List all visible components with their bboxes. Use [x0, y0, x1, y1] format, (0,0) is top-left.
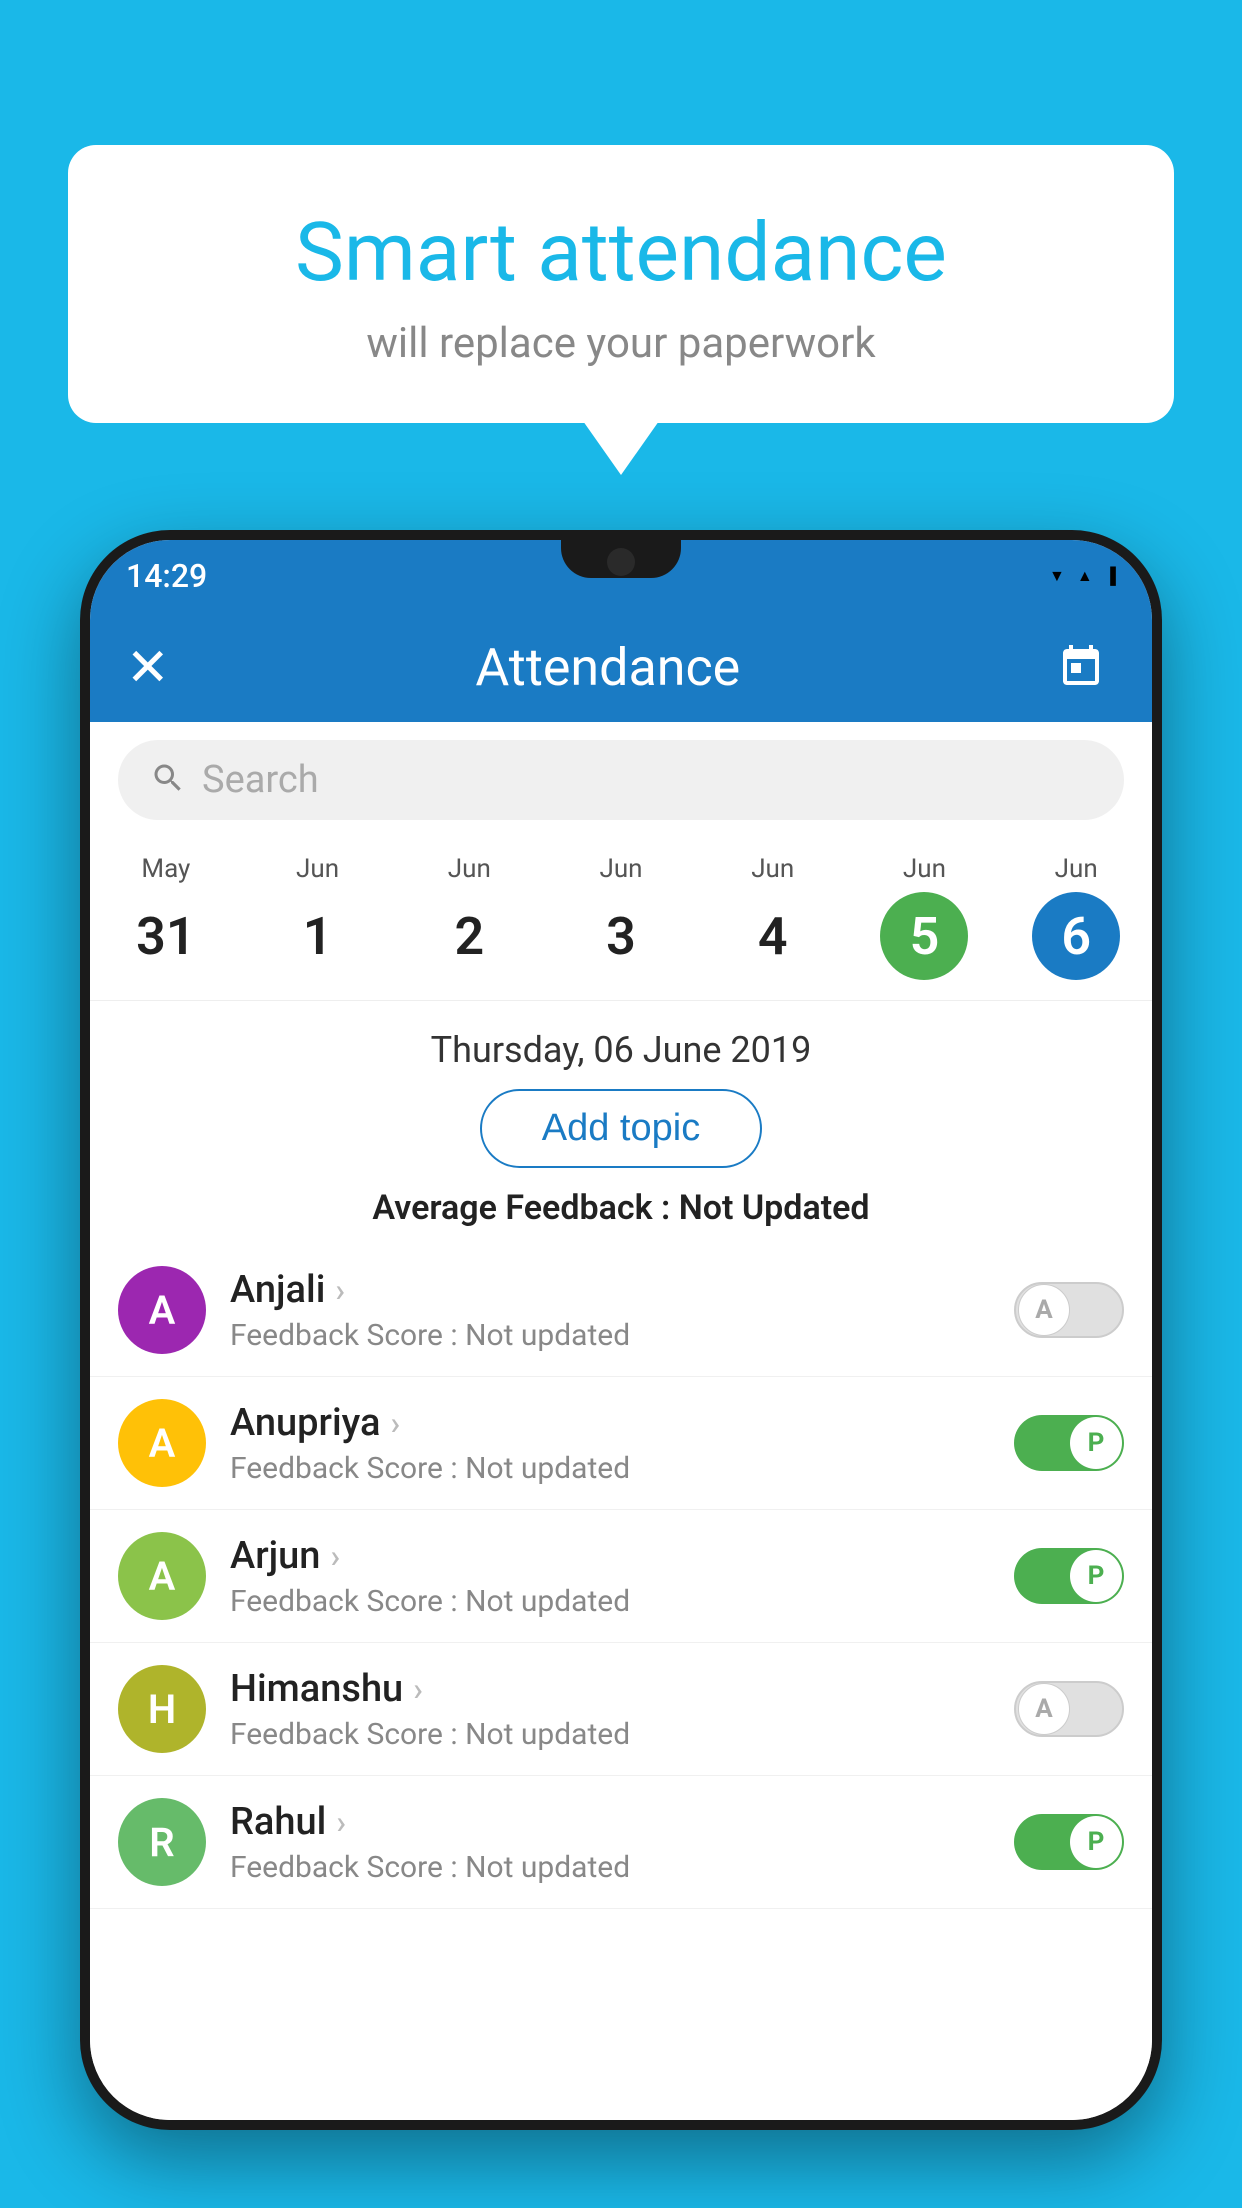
toggle-knob: A [1018, 1683, 1070, 1735]
cal-month-label: May [141, 854, 190, 884]
cal-month-label: Jun [903, 854, 946, 884]
student-info: Arjun › Feedback Score : Not updated [230, 1534, 990, 1619]
cal-month-label: Jun [448, 854, 491, 884]
cal-date-number: 3 [577, 892, 665, 980]
speech-bubble-container: Smart attendance will replace your paper… [68, 145, 1174, 423]
feedback-score: Feedback Score : Not updated [230, 1584, 990, 1619]
calendar-day[interactable]: Jun 6 [1000, 854, 1152, 980]
toggle-knob: P [1070, 1417, 1122, 1469]
feedback-score: Feedback Score : Not updated [230, 1717, 990, 1752]
student-item[interactable]: A Arjun › Feedback Score : Not updated P [90, 1510, 1152, 1643]
student-name: Anupriya › [230, 1401, 990, 1445]
toggle-knob: P [1070, 1816, 1122, 1868]
feedback-score: Feedback Score : Not updated [230, 1451, 990, 1486]
search-input-placeholder: Search [202, 758, 319, 802]
cal-month-label: Jun [599, 854, 642, 884]
cal-date-number: 5 [880, 892, 968, 980]
calendar-day[interactable]: Jun 2 [393, 854, 545, 980]
bubble-title: Smart attendance [108, 205, 1134, 301]
chevron-right-icon: › [413, 1670, 423, 1708]
attendance-toggle[interactable]: A [1014, 1681, 1124, 1737]
app-bar: ✕ Attendance [90, 612, 1152, 722]
toggle-knob: P [1070, 1550, 1122, 1602]
calendar-day[interactable]: Jun 1 [242, 854, 394, 980]
battery-icon: ▐ [1105, 566, 1116, 586]
attendance-toggle[interactable]: P [1014, 1814, 1124, 1870]
toggle-present[interactable]: P [1014, 1415, 1124, 1471]
student-name: Rahul › [230, 1800, 990, 1844]
avatar: H [118, 1665, 206, 1753]
avatar: A [118, 1266, 206, 1354]
calendar-day[interactable]: May 31 [90, 854, 242, 980]
cal-date-number: 4 [729, 892, 817, 980]
chevron-right-icon: › [330, 1537, 340, 1575]
chevron-right-icon: › [390, 1404, 400, 1442]
signal-icon: ▲ [1077, 566, 1093, 586]
phone-camera [607, 548, 635, 576]
status-icons: ▼ ▲ ▐ [1049, 566, 1116, 586]
search-container: Search [90, 722, 1152, 838]
toggle-present[interactable]: P [1014, 1814, 1124, 1870]
app-title: Attendance [475, 637, 740, 698]
student-info: Rahul › Feedback Score : Not updated [230, 1800, 990, 1885]
bubble-subtitle: will replace your paperwork [108, 319, 1134, 368]
cal-date-number: 2 [425, 892, 513, 980]
cal-month-label: Jun [296, 854, 339, 884]
feedback-score: Feedback Score : Not updated [230, 1850, 990, 1885]
avatar: A [118, 1399, 206, 1487]
speech-bubble: Smart attendance will replace your paper… [68, 145, 1174, 423]
calendar-strip: May 31 Jun 1 Jun 2 Jun 3 Jun 4 Jun 5 Jun 6 [90, 838, 1152, 1001]
calendar-day[interactable]: Jun 4 [697, 854, 849, 980]
attendance-toggle[interactable]: A [1014, 1282, 1124, 1338]
calendar-day[interactable]: Jun 3 [545, 854, 697, 980]
cal-month-label: Jun [751, 854, 794, 884]
cal-month-label: Jun [1055, 854, 1098, 884]
student-name: Arjun › [230, 1534, 990, 1578]
calendar-button[interactable] [1046, 632, 1116, 702]
student-name: Himanshu › [230, 1667, 990, 1711]
phone-screen: 14:29 ▼ ▲ ▐ ✕ Attendance [90, 540, 1152, 2120]
student-item[interactable]: H Himanshu › Feedback Score : Not updated A [90, 1643, 1152, 1776]
attendance-toggle[interactable]: P [1014, 1548, 1124, 1604]
phone-outer: 14:29 ▼ ▲ ▐ ✕ Attendance [80, 530, 1162, 2130]
chevron-right-icon: › [336, 1803, 346, 1841]
toggle-absent[interactable]: A [1014, 1681, 1124, 1737]
cal-date-number: 6 [1032, 892, 1120, 980]
avatar: R [118, 1798, 206, 1886]
student-info: Himanshu › Feedback Score : Not updated [230, 1667, 990, 1752]
toggle-present[interactable]: P [1014, 1548, 1124, 1604]
attendance-toggle[interactable]: P [1014, 1415, 1124, 1471]
cal-date-number: 1 [274, 892, 362, 980]
student-item[interactable]: A Anjali › Feedback Score : Not updated A [90, 1244, 1152, 1377]
calendar-day[interactable]: Jun 5 [849, 854, 1001, 980]
student-info: Anupriya › Feedback Score : Not updated [230, 1401, 990, 1486]
close-button[interactable]: ✕ [126, 637, 170, 698]
avg-feedback: Average Feedback : Not Updated [90, 1188, 1152, 1228]
status-time: 14:29 [126, 557, 207, 595]
toggle-absent[interactable]: A [1014, 1282, 1124, 1338]
feedback-score: Feedback Score : Not updated [230, 1318, 990, 1353]
cal-date-number: 31 [122, 892, 210, 980]
add-topic-button[interactable]: Add topic [480, 1089, 762, 1168]
student-list: AAnjali ›Feedback Score : Not updatedAAA… [90, 1244, 1152, 2120]
content-area: Thursday, 06 June 2019 Add topic Average… [90, 1001, 1152, 2120]
student-item[interactable]: A Anupriya › Feedback Score : Not updated P [90, 1377, 1152, 1510]
search-bar[interactable]: Search [118, 740, 1124, 820]
student-name: Anjali › [230, 1268, 990, 1312]
selected-date: Thursday, 06 June 2019 [90, 1001, 1152, 1089]
phone-container: 14:29 ▼ ▲ ▐ ✕ Attendance [80, 530, 1162, 2208]
search-icon [150, 760, 186, 800]
wifi-icon: ▼ [1049, 566, 1065, 586]
student-item[interactable]: R Rahul › Feedback Score : Not updated P [90, 1776, 1152, 1909]
chevron-right-icon: › [335, 1271, 345, 1309]
student-info: Anjali › Feedback Score : Not updated [230, 1268, 990, 1353]
toggle-knob: A [1018, 1284, 1070, 1336]
avatar: A [118, 1532, 206, 1620]
